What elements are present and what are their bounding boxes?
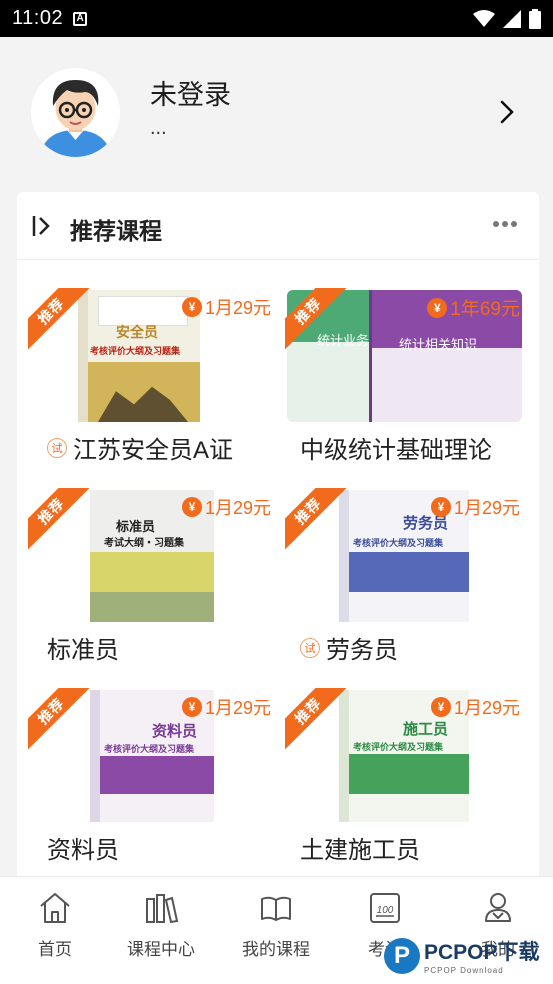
a-notification-icon: A <box>73 11 88 26</box>
battery-icon <box>529 8 541 29</box>
course-price: 1月29元 <box>453 698 520 718</box>
course-card[interactable]: 标准员 考试大纲・习题集 推荐 ¥ 1月29元 标准员 <box>28 488 271 675</box>
course-title[interactable]: 试 劳务员 <box>300 630 398 665</box>
avatar-illustration <box>31 68 120 157</box>
yen-icon: ¥ <box>181 297 202 317</box>
svg-text:100: 100 <box>377 905 394 916</box>
course-card[interactable]: 统计业务知识 统计相关知识 推荐 ¥ 1年69元 中级统计基础理论 <box>285 288 524 475</box>
recommend-badge: 推荐 <box>285 488 347 550</box>
profile-name[interactable]: 未登录 <box>150 73 231 112</box>
profile-header[interactable]: 未登录 ... <box>0 37 553 189</box>
course-title-text: 江苏安全员A证 <box>73 437 234 464</box>
course-title-text: 资料员 <box>47 837 119 864</box>
section-title: 推荐课程 <box>70 218 162 244</box>
course-price: 1月29元 <box>204 298 271 318</box>
course-title-text: 劳务员 <box>326 637 398 664</box>
course-price: 1月29元 <box>204 498 271 518</box>
course-title-text: 土建施工员 <box>300 837 420 864</box>
books-icon <box>146 894 178 924</box>
avatar[interactable] <box>31 68 120 157</box>
watermark-subtext: PCPOP Download <box>424 966 504 975</box>
course-title[interactable]: 中级统计基础理论 <box>300 430 492 465</box>
course-price: 1月29元 <box>453 498 520 518</box>
status-icons <box>473 8 541 29</box>
chevron-right-icon[interactable] <box>496 97 518 127</box>
nav-label: 首页 <box>38 940 72 959</box>
recommend-badge: 推荐 <box>285 288 347 350</box>
section-marker-icon <box>32 216 50 236</box>
course-card[interactable]: 安全员 考核评价大纲及习题集 推荐 ¥ 1月29元 试 江苏安全员A证 <box>28 288 271 475</box>
price-tag: ¥ 1月29元 <box>430 694 520 720</box>
course-title[interactable]: 试 江苏安全员A证 <box>47 430 233 465</box>
cover-title-2: 统计相关知识 <box>399 337 478 352</box>
nav-my-courses[interactable]: 我的课程 <box>221 877 331 984</box>
user-icon <box>485 893 511 922</box>
cover-title: 资料员 <box>152 723 198 740</box>
cover-subtitle: 考核评价大纲及习题集 <box>104 744 195 754</box>
watermark: P PCPOP下载 PCPOP Download <box>384 936 540 975</box>
course-title[interactable]: 资料员 <box>47 830 119 865</box>
recommend-badge: 推荐 <box>28 688 90 750</box>
course-title-text: 标准员 <box>47 637 119 664</box>
nav-course-center[interactable]: 课程中心 <box>106 877 216 984</box>
watermark-text: PCPOP下载 <box>424 941 540 964</box>
course-title[interactable]: 土建施工员 <box>300 830 420 865</box>
price-tag: ¥ 1年69元 <box>427 294 520 321</box>
trial-icon: 试 <box>47 437 67 458</box>
watermark-logo: P <box>384 937 420 974</box>
price-tag: ¥ 1月29元 <box>181 294 271 320</box>
signal-icon <box>503 9 521 28</box>
course-card[interactable]: 施工员 考核评价大纲及习题集 推荐 ¥ 1月29元 土建施工员 <box>285 688 524 875</box>
recommend-badge: 推荐 <box>28 288 90 350</box>
cover-subtitle: 考试大纲・习题集 <box>104 538 184 549</box>
cover-subtitle: 考核评价大纲及习题集 <box>353 742 444 752</box>
more-icon[interactable] <box>493 221 517 227</box>
nav-label: 课程中心 <box>127 940 195 959</box>
yen-icon: ¥ <box>181 497 202 517</box>
recommended-courses-card: 推荐课程 安全员 考核评价大纲及习题集 推荐 ¥ 1月29元 试 江苏安全员A证… <box>17 192 539 892</box>
open-book-icon <box>261 896 291 921</box>
exam-100-icon: 100 <box>370 893 400 923</box>
yen-icon: ¥ <box>427 297 448 318</box>
price-tag: ¥ 1月29元 <box>430 494 520 520</box>
cover-title: 施工员 <box>403 721 449 738</box>
course-price: 1月29元 <box>204 698 271 718</box>
profile-subtitle: ... <box>150 117 167 139</box>
cover-subtitle: 考核评价大纲及习题集 <box>90 346 181 356</box>
home-icon <box>40 893 70 923</box>
nav-home[interactable]: 首页 <box>0 877 110 984</box>
card-header: 推荐课程 <box>17 192 539 260</box>
yen-icon: ¥ <box>181 697 202 717</box>
price-tag: ¥ 1月29元 <box>181 494 271 520</box>
recommend-badge: 推荐 <box>28 488 90 550</box>
cover-title: 安全员 <box>116 324 158 340</box>
course-title[interactable]: 标准员 <box>47 630 119 665</box>
course-card[interactable]: 劳务员 考核评价大纲及习题集 推荐 ¥ 1月29元 试 劳务员 <box>285 488 524 675</box>
status-time: 11:02 <box>12 7 64 29</box>
price-tag: ¥ 1月29元 <box>181 694 271 720</box>
course-title-text: 中级统计基础理论 <box>300 437 492 464</box>
cover-subtitle: 考核评价大纲及习题集 <box>353 538 444 548</box>
recommend-badge: 推荐 <box>285 688 347 750</box>
yen-icon: ¥ <box>430 497 451 517</box>
cover-title: 标准员 <box>116 519 156 534</box>
yen-icon: ¥ <box>430 697 451 717</box>
course-price: 1年69元 <box>450 299 520 320</box>
wifi-icon <box>473 9 495 27</box>
nav-label: 我的课程 <box>242 940 310 959</box>
trial-icon: 试 <box>300 637 320 658</box>
course-card[interactable]: 资料员 考核评价大纲及习题集 推荐 ¥ 1月29元 资料员 <box>28 688 271 875</box>
status-bar: 11:02 A <box>0 0 553 37</box>
